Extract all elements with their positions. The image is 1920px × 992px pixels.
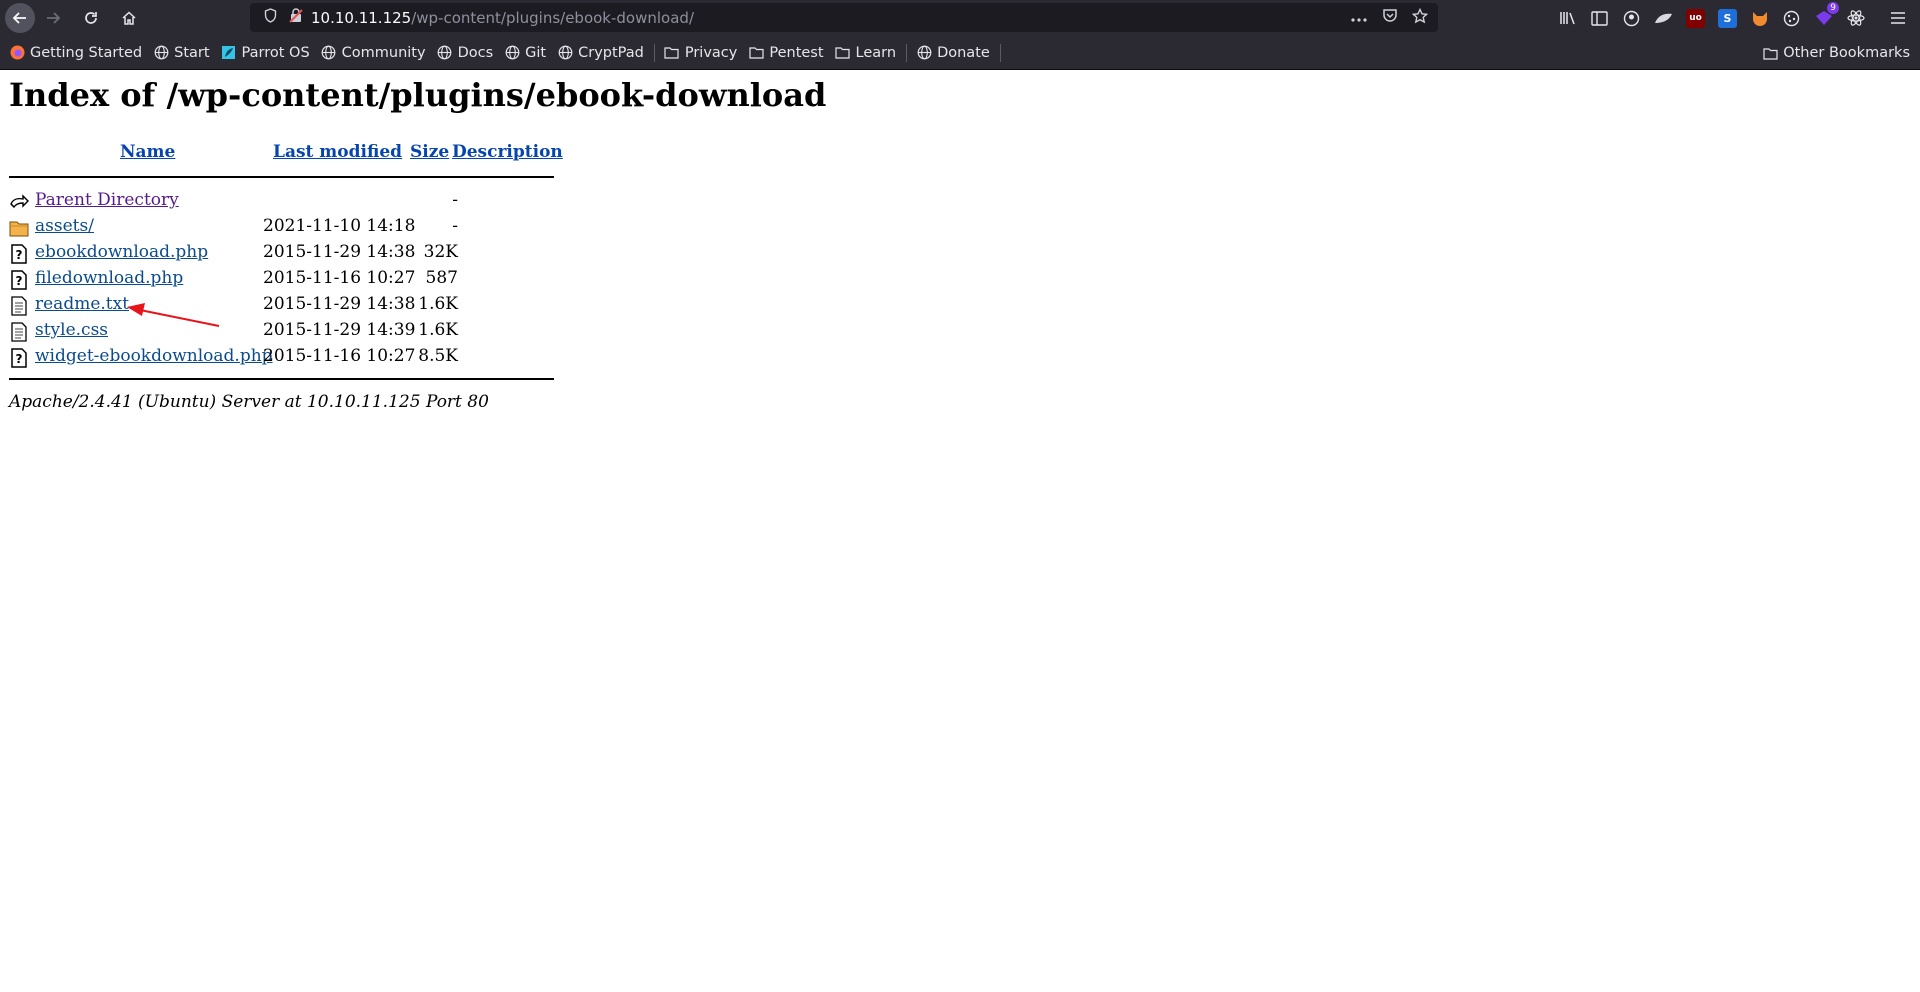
- unknown-file-icon: ?: [11, 348, 27, 368]
- wappalyzer-icon[interactable]: S: [1718, 8, 1737, 28]
- foxyproxy-icon[interactable]: [1654, 9, 1673, 28]
- home-icon: [122, 11, 136, 25]
- bookmark-parrot-os[interactable]: Parrot OS: [221, 45, 310, 61]
- bookmark-separator: [999, 43, 1001, 62]
- bookmark-folder-privacy[interactable]: Privacy: [664, 44, 738, 61]
- bookmark-separator: [653, 43, 655, 62]
- bookmark-label: Git: [525, 44, 547, 61]
- ublock-origin-icon[interactable]: uo: [1686, 8, 1705, 28]
- bookmark-label: CryptPad: [578, 44, 644, 61]
- bookmark-label: Getting Started: [30, 44, 143, 61]
- insecure-lock-icon[interactable]: [289, 8, 303, 27]
- bookmark-folder-learn[interactable]: Learn: [835, 44, 897, 61]
- address-bar[interactable]: 10.10.11.125/wp-content/plugins/ebook-do…: [250, 3, 1438, 32]
- bookmark-start[interactable]: Start: [153, 44, 210, 61]
- bookmark-community[interactable]: Community: [321, 45, 426, 61]
- bookmark-git[interactable]: Git: [504, 45, 546, 61]
- reload-button[interactable]: [76, 3, 106, 33]
- column-header-size[interactable]: Size: [410, 142, 449, 162]
- hackbar-icon[interactable]: 9: [1814, 1, 1839, 28]
- bookmark-label: Community: [341, 44, 426, 61]
- folder-icon: [835, 45, 851, 61]
- file-size: 1.6K: [418, 320, 458, 340]
- arrow-right-icon: [47, 12, 61, 24]
- bookmark-label: Parrot OS: [241, 44, 310, 61]
- column-header-description[interactable]: Description: [452, 142, 563, 162]
- bookmark-label: Donate: [937, 44, 990, 61]
- server-signature: Apache/2.4.41 (Ubuntu) Server at 10.10.1…: [9, 392, 489, 412]
- file-size: -: [452, 190, 458, 210]
- account-icon[interactable]: [1622, 9, 1641, 28]
- firefox-icon: [9, 45, 25, 61]
- other-bookmarks-label: Other Bookmarks: [1783, 45, 1910, 61]
- back-button[interactable]: [5, 3, 35, 33]
- other-bookmarks-folder[interactable]: Other Bookmarks: [1762, 36, 1910, 70]
- cookie-icon[interactable]: [1782, 9, 1801, 28]
- bookmark-label: Learn: [855, 44, 897, 61]
- reload-icon: [85, 12, 97, 24]
- bookmark-separator: [906, 43, 908, 62]
- bookmarks-toolbar: Getting Started Start Parrot OS Communit…: [0, 36, 1920, 70]
- file-link[interactable]: widget-ebookdownload.php: [35, 346, 273, 366]
- extension-badge: 9: [1827, 1, 1839, 14]
- fox-extension-icon[interactable]: [1750, 9, 1769, 28]
- file-size: 8.5K: [418, 346, 458, 366]
- file-size: 1.6K: [418, 294, 458, 314]
- globe-icon: [437, 45, 453, 61]
- home-button[interactable]: [114, 3, 144, 33]
- file-size: -: [452, 216, 458, 236]
- annotation-arrow-line: [139, 309, 220, 327]
- svg-text:?: ?: [16, 352, 23, 366]
- hamburger-menu-icon[interactable]: [1888, 9, 1907, 28]
- page-content: Index of /wp-content/plugins/ebook-downl…: [0, 70, 1920, 992]
- file-size: 587: [425, 268, 458, 288]
- bookmark-docs[interactable]: Docs: [437, 44, 494, 61]
- react-devtools-icon[interactable]: [1846, 9, 1865, 28]
- url-text[interactable]: 10.10.11.125/wp-content/plugins/ebook-do…: [311, 9, 694, 27]
- sidebar-icon[interactable]: [1590, 9, 1609, 28]
- forward-button[interactable]: [38, 3, 68, 33]
- more-actions-icon[interactable]: [1350, 9, 1368, 27]
- column-header-last-modified[interactable]: Last modified: [273, 142, 402, 162]
- url-actions: [1350, 3, 1429, 32]
- globe-icon: [321, 45, 337, 61]
- annotation-arrow: [127, 303, 220, 327]
- bookmark-label: Privacy: [684, 44, 738, 61]
- bookmark-label: Start: [174, 44, 210, 61]
- globe-icon: [153, 45, 169, 61]
- bookmark-star-icon[interactable]: [1411, 7, 1429, 28]
- url-path: /wp-content/plugins/ebook-download/: [411, 8, 694, 27]
- annotation-arrowhead: [127, 303, 145, 316]
- folder-icon: [1762, 45, 1778, 61]
- bookmark-getting-started[interactable]: Getting Started: [9, 45, 142, 61]
- navigation-toolbar: 10.10.11.125/wp-content/plugins/ebook-do…: [0, 0, 1920, 36]
- bookmark-donate[interactable]: Donate: [916, 45, 990, 61]
- pocket-icon[interactable]: [1382, 8, 1398, 27]
- globe-icon: [504, 45, 520, 61]
- bookmark-label: Pentest: [769, 44, 824, 61]
- file-size: 32K: [423, 242, 458, 262]
- footer-divider: [9, 378, 554, 380]
- bookmark-label: Docs: [457, 44, 494, 61]
- parrot-icon: [221, 45, 237, 61]
- url-host: 10.10.11.125: [311, 8, 412, 27]
- tracking-shield-icon[interactable]: [264, 8, 277, 27]
- folder-icon: [664, 45, 680, 61]
- bookmark-folder-pentest[interactable]: Pentest: [748, 44, 824, 61]
- folder-icon: [748, 45, 764, 61]
- globe-icon: [916, 45, 932, 61]
- toolbar-extensions: uo S 9: [1558, 0, 1907, 36]
- globe-icon: [557, 45, 573, 61]
- bookmark-cryptpad[interactable]: CryptPad: [557, 45, 644, 61]
- library-icon[interactable]: [1558, 9, 1577, 28]
- arrow-left-icon: [12, 12, 26, 24]
